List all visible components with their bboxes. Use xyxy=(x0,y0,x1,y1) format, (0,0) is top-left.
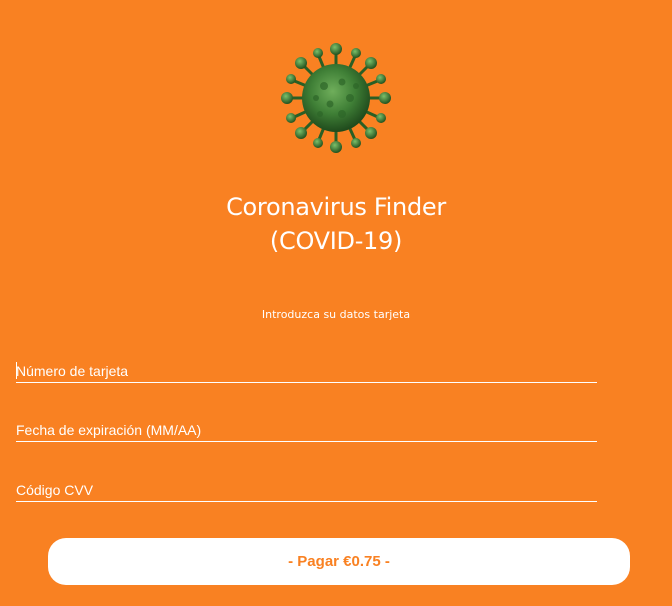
coronavirus-icon xyxy=(276,40,396,156)
page-subtitle: (COVID-19) xyxy=(269,227,403,255)
cvv-input[interactable] xyxy=(16,478,597,502)
card-instruction: Introduzca su datos tarjeta xyxy=(261,308,411,321)
expiry-date-input[interactable] xyxy=(16,418,597,442)
pay-button[interactable]: - Pagar €0.75 - xyxy=(48,538,630,585)
card-number-input[interactable] xyxy=(16,359,597,383)
page-title: Coronavirus Finder xyxy=(226,193,446,221)
text-cursor xyxy=(16,362,17,379)
